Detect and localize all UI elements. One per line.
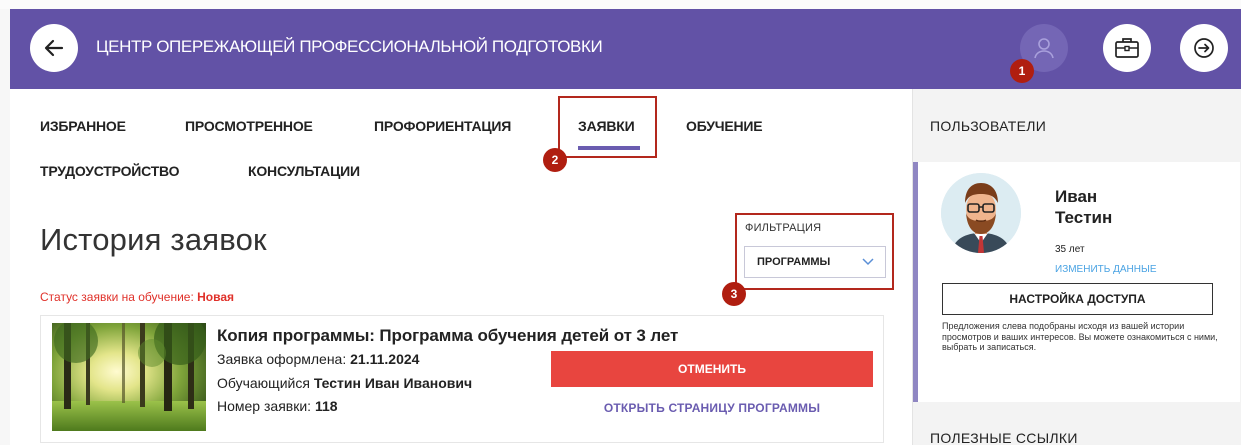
user-age: 35 лет	[1055, 244, 1085, 255]
top-strip	[0, 0, 1241, 9]
application-number-line: Номер заявки: 118	[217, 398, 338, 414]
header-bar: ЦЕНТР ОПЕРЕЖАЮЩЕЙ ПРОФЕССИОНАЛЬНОЙ ПОДГО…	[10, 9, 1241, 89]
access-settings-button[interactable]: НАСТРОЙКА ДОСТУПА	[942, 283, 1213, 315]
forest-image	[52, 323, 206, 431]
annotation-badge-2: 2	[543, 148, 567, 172]
open-program-link[interactable]: ОТКРЫТЬ СТРАНИЦУ ПРОГРАММЫ	[551, 401, 873, 415]
tab-favorites[interactable]: ИЗБРАННОЕ	[40, 118, 126, 134]
annotation-box-tabs	[558, 96, 657, 158]
tab-consultations[interactable]: КОНСУЛЬТАЦИИ	[248, 163, 360, 179]
tab-viewed[interactable]: ПРОСМОТРЕННОЕ	[185, 118, 313, 134]
logout-icon	[1194, 38, 1214, 58]
application-title[interactable]: Копия программы: Программа обучения дете…	[217, 326, 678, 346]
user-name: Иван Тестин	[1055, 186, 1112, 228]
student-value: Тестин Иван Иванович	[313, 375, 473, 391]
briefcase-icon	[1115, 38, 1139, 58]
annotation-badge-3: 3	[722, 282, 746, 306]
user-first-name: Иван	[1055, 187, 1098, 206]
user-icon	[1034, 38, 1054, 59]
avatar	[941, 173, 1021, 253]
application-student-line: Обучающийся Тестин Иван Иванович	[217, 375, 472, 391]
portfolio-button[interactable]	[1103, 24, 1151, 72]
tab-education[interactable]: ОБУЧЕНИЕ	[686, 118, 763, 134]
logout-button[interactable]	[1180, 24, 1228, 72]
sidebar-note: Предложения слева подобраны исходя из ва…	[942, 321, 1218, 352]
annotation-badge-1: 1	[1010, 59, 1034, 83]
annotation-box-filter	[735, 213, 894, 290]
status-label: Статус заявки на обучение:	[40, 290, 194, 304]
date-value: 21.11.2024	[350, 351, 420, 367]
application-status: Статус заявки на обучение: Новая	[40, 290, 234, 304]
header-title[interactable]: ЦЕНТР ОПЕРЕЖАЮЩЕЙ ПРОФЕССИОНАЛЬНОЙ ПОДГО…	[96, 37, 603, 57]
arrow-left-icon	[44, 39, 64, 57]
user-last-name: Тестин	[1055, 208, 1113, 227]
application-date-line: Заявка оформлена: 21.11.2024	[217, 351, 419, 367]
number-label: Номер заявки:	[217, 398, 312, 414]
tab-career-guidance[interactable]: ПРОФОРИЕНТАЦИЯ	[374, 118, 511, 134]
page-title: История заявок	[40, 222, 267, 257]
back-button[interactable]	[30, 24, 78, 72]
useful-links-title: ПОЛЕЗНЫЕ ССЫЛКИ	[930, 430, 1078, 445]
date-label: Заявка оформлена:	[217, 351, 347, 367]
edit-profile-link[interactable]: ИЗМЕНИТЬ ДАННЫЕ	[1055, 264, 1157, 275]
tab-employment[interactable]: ТРУДОУСТРОЙСТВО	[40, 163, 180, 179]
sidebar-title: ПОЛЬЗОВАТЕЛИ	[930, 118, 1047, 134]
program-thumbnail[interactable]	[52, 323, 206, 431]
number-value: 118	[314, 398, 338, 414]
student-label: Обучающийся	[217, 375, 310, 391]
cancel-application-button[interactable]: ОТМЕНИТЬ	[551, 351, 873, 387]
status-value: Новая	[197, 290, 235, 304]
page: ЦЕНТР ОПЕРЕЖАЮЩЕЙ ПРОФЕССИОНАЛЬНОЙ ПОДГО…	[0, 0, 1241, 445]
user-avatar-image	[941, 173, 1021, 253]
